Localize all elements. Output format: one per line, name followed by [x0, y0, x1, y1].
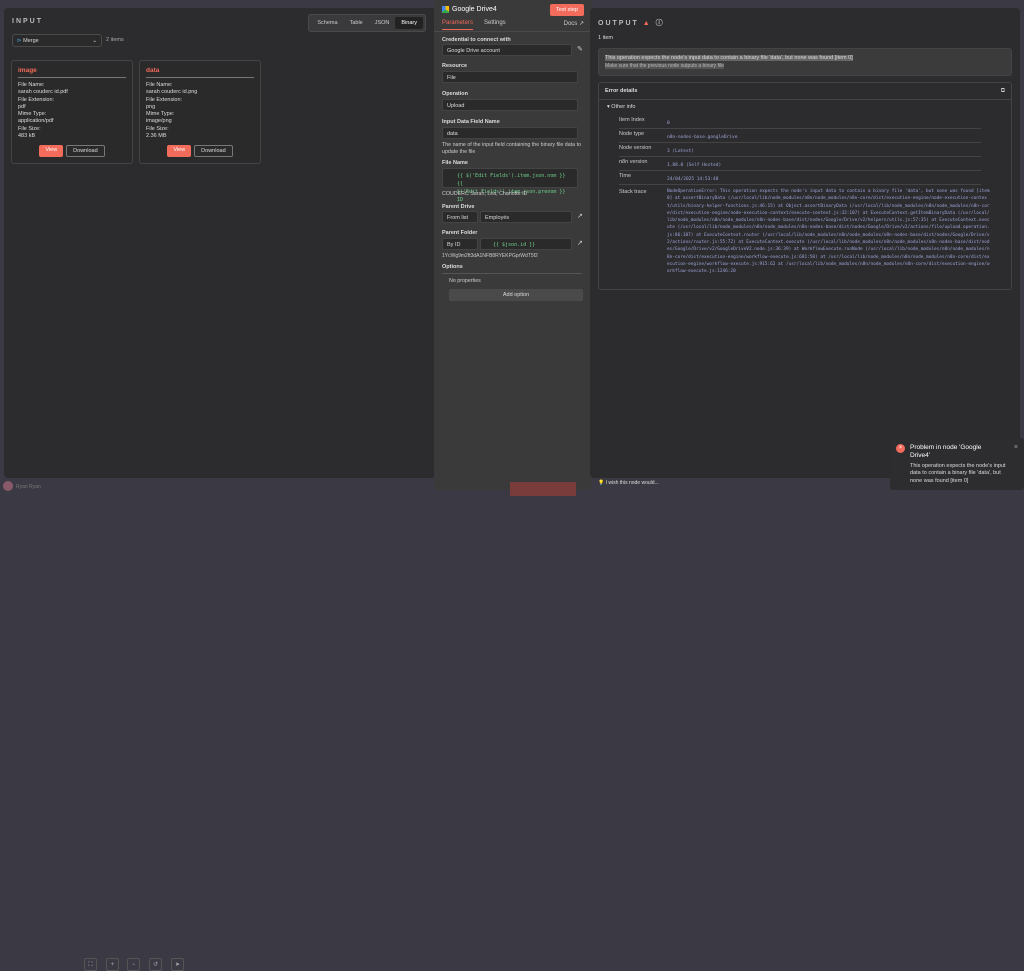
operation-label: Operation — [442, 91, 468, 97]
error-message: This operation expects the node's input … — [598, 48, 1012, 76]
stack-label: Stack trace — [619, 189, 647, 195]
close-icon[interactable]: × — [1014, 444, 1018, 451]
filename-preview: COUDERC Sarah, Léa, Charlotte ID — [442, 191, 528, 197]
info-row: Node type n8n-nodes-base.googleDrive — [619, 129, 981, 143]
filename-label: File Name — [442, 160, 468, 166]
folder-id-input[interactable]: {{ $json.id }} — [480, 238, 572, 250]
merge-icon: ⊳ — [17, 37, 22, 44]
info-row: Time 24/04/2025 14:53:48 — [619, 171, 981, 185]
info-icon: ⓘ — [655, 20, 665, 27]
operation-select[interactable]: Upload — [442, 99, 578, 111]
other-info-toggle[interactable]: ▾ Other info — [607, 104, 635, 110]
tab-json[interactable]: JSON — [369, 17, 396, 29]
fit-view-button[interactable]: ⛶ — [84, 958, 97, 971]
options-label: Options — [442, 264, 582, 274]
drive-select[interactable]: Employés — [480, 211, 572, 223]
feedback-link[interactable]: 💡 I wish this node would... — [598, 480, 659, 486]
node-title: Google Drive4 — [452, 6, 497, 13]
tab-binary[interactable]: Binary — [395, 17, 423, 29]
info-row: Node version 3 (Latest) — [619, 143, 981, 157]
folder-preview: 1YcWg9m2ft3dA1NFB8RYEKPGprWdT5f2 — [442, 253, 538, 259]
undo-button[interactable]: ↺ — [149, 958, 162, 971]
tab-parameters[interactable]: Parameters — [442, 20, 474, 30]
warning-icon: ▲ — [642, 20, 652, 27]
tab-settings[interactable]: Settings — [484, 20, 506, 26]
toast-body: This operation expects the node's input … — [910, 463, 1006, 484]
avatar[interactable] — [3, 481, 13, 491]
view-button[interactable]: View — [39, 145, 64, 157]
tab-table[interactable]: Table — [344, 17, 369, 29]
node-parameters-panel: Google Drive4 Test step Parameters Setti… — [434, 0, 592, 490]
input-field-name[interactable]: data — [442, 127, 578, 139]
info-row: n8n version 1.88.0 (Self Hosted) — [619, 157, 981, 171]
tab-schema[interactable]: Schema — [311, 17, 343, 29]
resource-select[interactable]: File — [442, 71, 578, 83]
input-title: INPUT — [12, 18, 43, 25]
google-drive-icon — [442, 6, 449, 13]
input-panel: INPUT ⚲ Schema Table JSON Binary ⊳ Merge… — [4, 8, 436, 478]
output-title: OUTPUT ▲ ⓘ — [598, 20, 665, 27]
credential-select[interactable]: Google Drive account — [442, 44, 572, 56]
field-hint: The name of the input field containing t… — [442, 142, 581, 155]
toast-title: Problem in node 'Google Drive4' — [910, 444, 982, 459]
zoom-in-button[interactable]: + — [106, 958, 119, 971]
node-name: Merge — [23, 37, 39, 44]
external-link-icon[interactable]: ↗ — [577, 212, 583, 220]
resource-label: Resource — [442, 63, 468, 69]
binary-card: image File Name: sarah couderc id.pdf File… — [11, 60, 133, 164]
error-icon: × — [896, 444, 905, 453]
output-panel: OUTPUT ▲ ⓘ 1 item This operation expects… — [590, 8, 1020, 478]
user-name: Ryan Ryan — [16, 484, 41, 490]
docs-link[interactable]: Docs ↗ — [564, 20, 584, 27]
external-link-icon[interactable]: ↗ — [577, 239, 583, 247]
info-row: Item Index 0 — [619, 115, 981, 129]
stack-trace: NodeOperationError: This operation expec… — [667, 189, 990, 275]
view-tabs: Schema Table JSON Binary — [308, 14, 426, 32]
field-label: Input Data Field Name — [442, 119, 500, 125]
card-title: image — [18, 67, 126, 78]
item-count: 2 items — [106, 37, 124, 43]
error-details: Error details ⧉ ▾ Other info Item Index 0… — [598, 82, 1012, 290]
pointer-button[interactable]: ➤ — [171, 958, 184, 971]
output-count: 1 item — [598, 35, 613, 41]
binary-card: data File Name: sarah couderc id.png File … — [139, 60, 261, 164]
pencil-icon[interactable]: ✎ — [577, 45, 583, 53]
input-node-select[interactable]: ⊳ Merge ⌄ — [12, 34, 102, 47]
card-lines: File Name: sarah couderc id.png File Exten… — [146, 82, 198, 140]
no-properties: No properties — [449, 278, 481, 284]
canvas-footer: Ryan Ryan ⛶ + − ↺ ➤ 💡 I wish this node w… — [0, 478, 1024, 971]
chevron-down-icon: ⌄ — [92, 37, 97, 44]
error-details-title: Error details — [605, 88, 638, 94]
folder-mode-select[interactable]: By ID — [442, 238, 478, 250]
card-lines: File Name: sarah couderc id.pdf File Exten… — [18, 82, 68, 140]
error-toast: × Problem in node 'Google Drive4' This o… — [890, 438, 1024, 490]
drive-mode-select[interactable]: From list — [442, 211, 478, 223]
drive-label: Parent Drive — [442, 204, 475, 210]
card-title: data — [146, 67, 254, 78]
view-button[interactable]: View — [167, 145, 192, 157]
test-step-button[interactable]: Test step — [549, 4, 584, 16]
credential-label: Credential to connect with — [442, 37, 511, 43]
download-button[interactable]: Download — [194, 145, 233, 157]
download-button[interactable]: Download — [66, 145, 105, 157]
add-option-button[interactable]: Add option — [449, 289, 583, 301]
folder-label: Parent Folder — [442, 230, 478, 236]
copy-icon[interactable]: ⧉ — [1001, 88, 1005, 95]
filename-input[interactable]: {{ $('Edit Fields').item.json.nom }} {{$… — [442, 168, 578, 203]
zoom-out-button[interactable]: − — [127, 958, 140, 971]
